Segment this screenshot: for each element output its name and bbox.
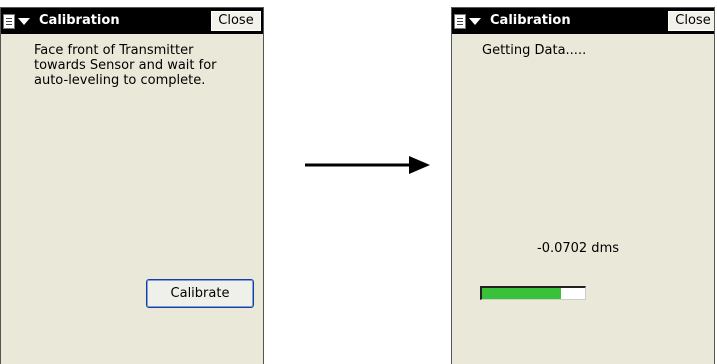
calibration-screen-left: Calibration Close Face front of Transmit…	[0, 7, 264, 364]
title-bar: Calibration Close	[452, 8, 714, 34]
arrow-right-icon	[305, 156, 430, 174]
progress-fill	[482, 288, 562, 299]
title-bar: Calibration Close	[1, 8, 263, 34]
calibration-screen-right: Calibration Close Getting Data..... -0.0…	[451, 7, 715, 364]
start-menu-icon	[3, 14, 15, 29]
close-button[interactable]: Close	[211, 11, 261, 31]
close-button[interactable]: Close	[668, 11, 714, 31]
status-text: Getting Data.....	[482, 43, 587, 58]
start-menu-icon	[454, 14, 466, 29]
instruction-text: Face front of Transmitter towards Sensor…	[34, 43, 217, 88]
start-menu-button[interactable]	[3, 12, 36, 31]
chevron-down-icon	[18, 18, 30, 25]
progress-bar	[480, 286, 586, 300]
chevron-down-icon	[469, 18, 481, 25]
angle-readout: -0.0702 dms	[537, 241, 619, 256]
calibrate-button[interactable]: Calibrate	[146, 279, 254, 308]
window-title: Calibration	[490, 13, 571, 28]
start-menu-button[interactable]	[454, 12, 487, 31]
window-title: Calibration	[39, 13, 120, 28]
